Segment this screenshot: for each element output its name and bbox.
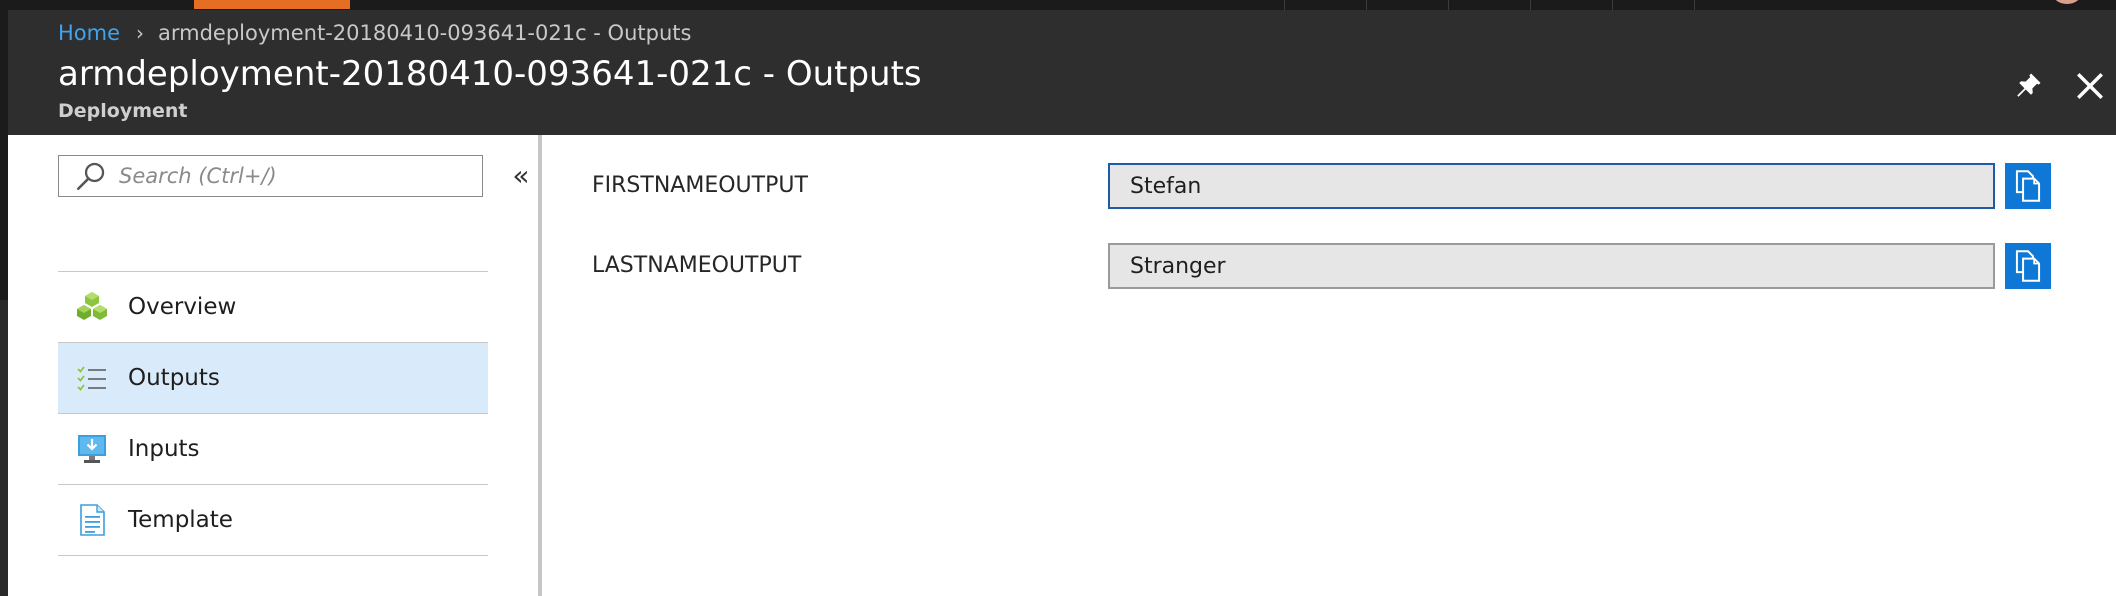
menu-item-template[interactable]: Template: [58, 485, 488, 556]
search-icon: [71, 156, 111, 196]
left-edge: [0, 10, 8, 300]
menu-item-label: Outputs: [128, 365, 220, 391]
menu-item-label: Overview: [128, 294, 237, 320]
top-navigation-strip: [0, 0, 2116, 10]
page-subtitle: Deployment: [58, 100, 188, 122]
toolbar-divider: [1284, 0, 1285, 10]
pin-icon: [2017, 73, 2041, 97]
toolbar-divider: [1530, 0, 1531, 10]
output-name-label: LASTNAMEOUTPUT: [592, 253, 802, 278]
close-button[interactable]: [2068, 64, 2112, 108]
toolbar-divider: [1366, 0, 1367, 10]
inputs-monitor-icon: [74, 431, 110, 467]
collapse-menu-button[interactable]: «: [506, 157, 536, 193]
left-edge-lower: [0, 300, 8, 596]
close-icon: [2077, 73, 2103, 99]
output-name-label: FIRSTNAMEOUTPUT: [592, 173, 808, 198]
copy-last-name-button[interactable]: [2005, 243, 2051, 289]
copy-first-name-button[interactable]: [2005, 163, 2051, 209]
blade-content: « Overview: [8, 135, 2116, 596]
search-box[interactable]: [58, 155, 483, 197]
toolbar-divider: [1612, 0, 1613, 10]
menu-item-label: Inputs: [128, 436, 200, 462]
last-name-output-field[interactable]: [1108, 243, 1995, 289]
breadcrumb: Home › armdeployment-20180410-093641-021…: [58, 15, 691, 51]
pane-splitter[interactable]: [538, 135, 542, 596]
resource-menu: Overview Outputs Inputs Template: [58, 271, 488, 556]
first-name-output-field[interactable]: [1108, 163, 1995, 209]
copy-icon: [2015, 250, 2041, 282]
menu-item-label: Template: [128, 507, 233, 533]
user-avatar[interactable]: [2052, 0, 2082, 4]
toolbar-divider: [1694, 0, 1695, 10]
overview-cubes-icon: [74, 289, 110, 325]
breadcrumb-separator-icon: ›: [136, 21, 145, 45]
template-document-icon: [74, 502, 110, 538]
breadcrumb-current: armdeployment-20180410-093641-021c - Out…: [158, 21, 692, 45]
breadcrumb-home-link[interactable]: Home: [58, 21, 120, 45]
page-title: armdeployment-20180410-093641-021c - Out…: [58, 54, 922, 94]
menu-item-outputs[interactable]: Outputs: [58, 343, 488, 414]
outputs-list-icon: [74, 360, 110, 396]
active-tab-indicator[interactable]: [194, 0, 350, 9]
search-input[interactable]: [119, 164, 459, 188]
copy-icon: [2015, 170, 2041, 202]
menu-item-inputs[interactable]: Inputs: [58, 414, 488, 485]
toolbar-divider: [1448, 0, 1449, 10]
menu-item-overview[interactable]: Overview: [58, 272, 488, 343]
blade-header: Home › armdeployment-20180410-093641-021…: [8, 10, 2116, 135]
pin-button[interactable]: [2006, 64, 2050, 108]
